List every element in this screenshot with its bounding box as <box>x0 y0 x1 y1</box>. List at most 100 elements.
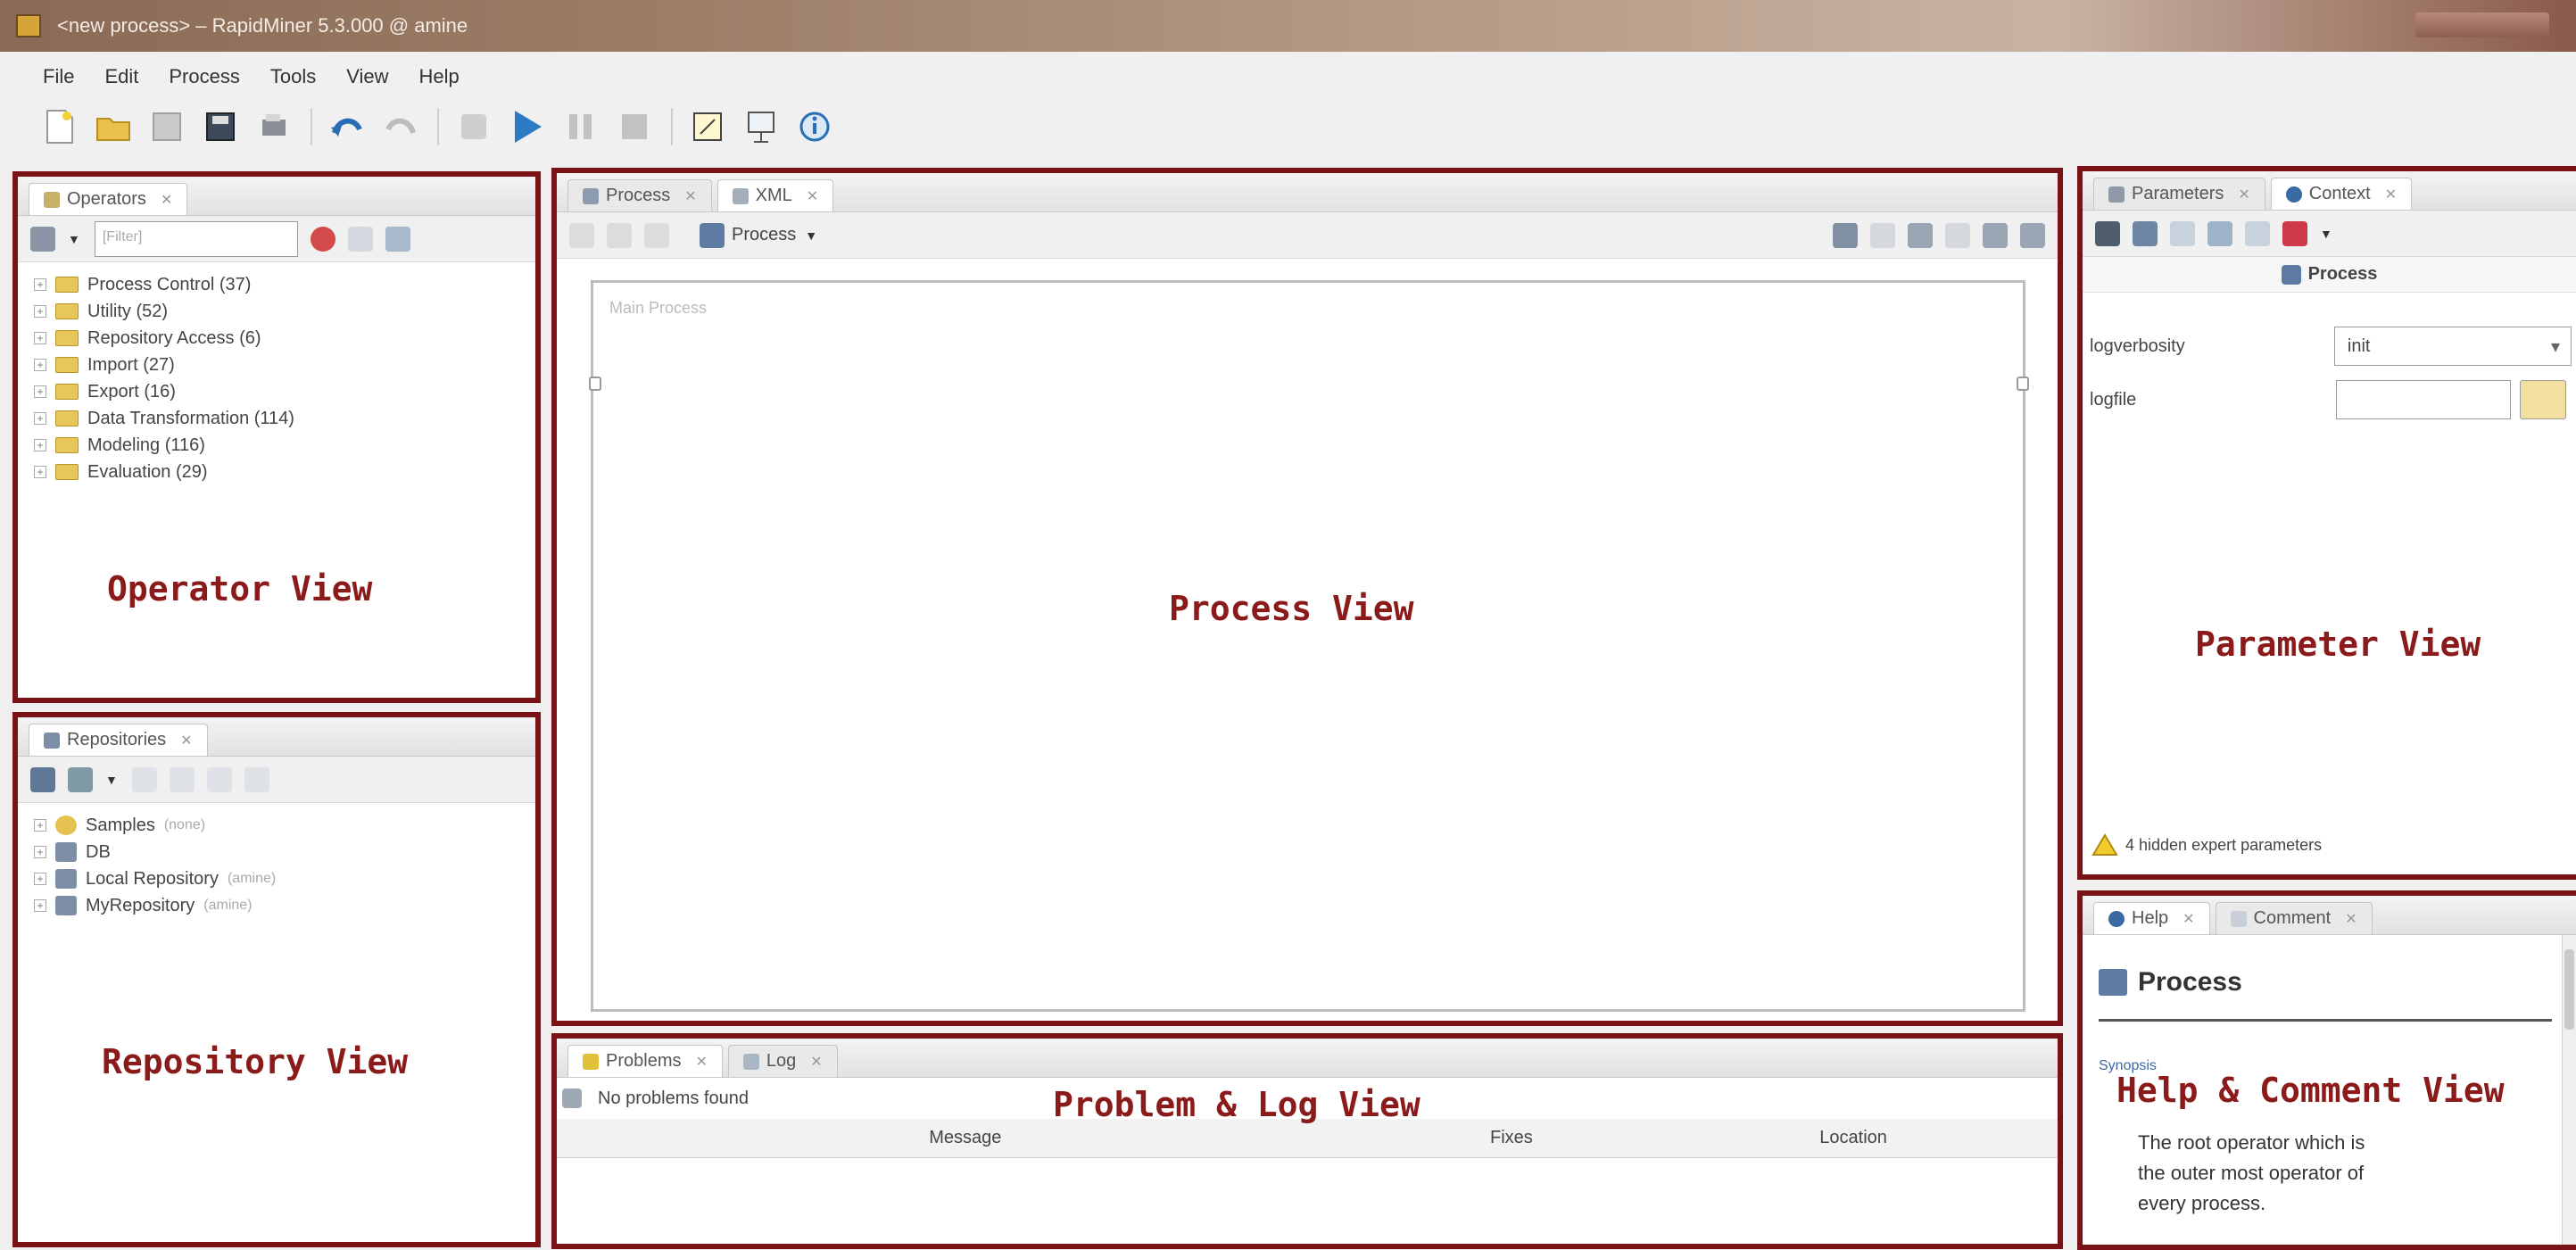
breadcrumb[interactable]: Process <box>732 225 796 245</box>
tab-comment[interactable]: Comment ✕ <box>2215 902 2373 934</box>
run-button[interactable] <box>507 106 548 147</box>
expand-icon[interactable]: + <box>34 332 46 344</box>
operator-search-input[interactable]: [Filter] <box>94 220 298 257</box>
tab-help[interactable]: Help ✕ <box>2093 902 2210 934</box>
refresh-icon[interactable] <box>169 766 195 792</box>
column-header-fixes[interactable]: Fixes <box>1374 1128 1650 1148</box>
copy-icon[interactable] <box>2133 220 2158 246</box>
filter-icon[interactable] <box>347 226 373 252</box>
menu-process[interactable]: Process <box>169 65 239 88</box>
logverbosity-select[interactable]: init ▾ <box>2333 327 2572 366</box>
expand-icon[interactable]: + <box>34 439 46 451</box>
tree-item[interactable]: + MyRepository (amine) <box>34 892 535 919</box>
forward-icon[interactable] <box>607 222 632 248</box>
tree-item[interactable]: + Evaluation (29) <box>34 459 535 485</box>
tree-item[interactable]: + Samples (none) <box>34 812 535 839</box>
close-icon[interactable]: ✕ <box>180 732 192 749</box>
input-port[interactable] <box>589 377 601 391</box>
sort-icon[interactable] <box>385 226 410 252</box>
save-as-button[interactable] <box>200 106 241 147</box>
menu-help[interactable]: Help <box>419 65 460 88</box>
tab-process[interactable]: Process ✕ <box>567 179 712 211</box>
tab-parameters[interactable]: Parameters ✕ <box>2093 178 2265 210</box>
menu-file[interactable]: File <box>43 65 74 88</box>
expand-icon[interactable]: + <box>34 846 46 858</box>
tools-icon[interactable] <box>1983 222 2008 248</box>
menu-tools[interactable]: Tools <box>270 65 316 88</box>
tree-item[interactable]: + DB <box>34 839 535 865</box>
tab-xml[interactable]: XML ✕ <box>716 179 834 211</box>
disable-icon[interactable] <box>2245 220 2270 246</box>
tree-item[interactable]: + Import (27) <box>34 352 535 378</box>
results-perspective-button[interactable] <box>741 106 782 147</box>
close-icon[interactable]: ✕ <box>810 1053 822 1071</box>
save-button[interactable] <box>146 106 187 147</box>
column-header-message[interactable]: Message <box>557 1128 1374 1148</box>
expand-icon[interactable]: + <box>34 873 46 885</box>
chevron-down-icon[interactable]: ▼ <box>805 228 817 243</box>
tab-repositories[interactable]: Repositories ✕ <box>29 724 208 756</box>
auto-wire-icon[interactable] <box>1833 222 1858 248</box>
close-icon[interactable]: ✕ <box>684 187 696 205</box>
rename-icon[interactable] <box>206 766 232 792</box>
chevron-down-icon[interactable]: ▼ <box>68 232 80 246</box>
tree-item[interactable]: + Local Repository (amine) <box>34 865 535 892</box>
operator-tools-icon[interactable] <box>30 226 55 252</box>
help-scrollbar[interactable] <box>2562 935 2576 1245</box>
design-perspective-button[interactable] <box>687 106 728 147</box>
import-icon[interactable] <box>68 766 93 792</box>
new-process-button[interactable] <box>39 106 80 147</box>
arrange-icon[interactable] <box>1870 222 1895 248</box>
operator-icon[interactable] <box>2095 220 2120 246</box>
expand-icon[interactable]: + <box>34 899 46 912</box>
chevron-down-icon[interactable]: ▾ <box>2551 335 2560 358</box>
menu-view[interactable]: View <box>346 65 388 88</box>
up-icon[interactable] <box>644 222 669 248</box>
logfile-input[interactable] <box>2336 380 2511 419</box>
process-canvas[interactable]: Main Process <box>591 280 2025 1012</box>
resume-button[interactable] <box>453 106 494 147</box>
scrollbar-thumb[interactable] <box>2564 949 2574 1030</box>
open-entry-icon[interactable] <box>131 766 157 792</box>
pause-button[interactable] <box>560 106 601 147</box>
welcome-perspective-button[interactable] <box>794 106 835 147</box>
tree-item[interactable]: + Utility (52) <box>34 298 535 325</box>
paste-icon[interactable] <box>2207 220 2232 246</box>
print-icon[interactable] <box>2020 222 2045 248</box>
close-icon[interactable]: ✕ <box>2345 910 2357 928</box>
breakpoint-icon[interactable] <box>2282 220 2307 246</box>
cut-icon[interactable] <box>2170 220 2195 246</box>
add-subprocess-icon[interactable] <box>1908 222 1933 248</box>
tree-item[interactable]: + Data Transformation (114) <box>34 405 535 432</box>
expand-icon[interactable]: + <box>34 412 46 425</box>
close-icon[interactable]: ✕ <box>2183 910 2194 928</box>
redo-button[interactable] <box>380 106 421 147</box>
expand-icon[interactable]: + <box>34 305 46 318</box>
close-icon[interactable]: ✕ <box>807 187 818 205</box>
stop-button[interactable] <box>614 106 655 147</box>
hidden-params-note[interactable]: 4 hidden expert parameters <box>2091 833 2322 857</box>
menu-edit[interactable]: Edit <box>104 65 138 88</box>
expand-icon[interactable]: + <box>34 385 46 398</box>
tab-operators[interactable]: Operators ✕ <box>29 183 188 215</box>
print-button[interactable] <box>253 106 294 147</box>
tab-log[interactable]: Log ✕ <box>727 1045 838 1077</box>
column-header-location[interactable]: Location <box>1649 1128 2058 1148</box>
close-icon[interactable]: ✕ <box>161 191 172 209</box>
delete-icon[interactable] <box>244 766 269 792</box>
chevron-down-icon[interactable]: ▼ <box>2320 227 2332 241</box>
chevron-down-icon[interactable]: ▼ <box>105 773 118 787</box>
expand-icon[interactable]: + <box>34 819 46 832</box>
expand-icon[interactable]: + <box>34 466 46 478</box>
fit-icon[interactable] <box>1945 222 1970 248</box>
output-port[interactable] <box>2017 377 2029 391</box>
tree-item[interactable]: + Export (16) <box>34 378 535 405</box>
open-button[interactable] <box>93 106 134 147</box>
tree-item[interactable]: + Repository Access (6) <box>34 325 535 352</box>
clear-filter-icon[interactable] <box>310 226 335 252</box>
window-controls[interactable] <box>2415 12 2549 37</box>
add-repository-icon[interactable] <box>30 766 55 792</box>
close-icon[interactable]: ✕ <box>2238 186 2249 203</box>
tree-item[interactable]: + Modeling (116) <box>34 432 535 459</box>
close-icon[interactable]: ✕ <box>695 1053 707 1071</box>
